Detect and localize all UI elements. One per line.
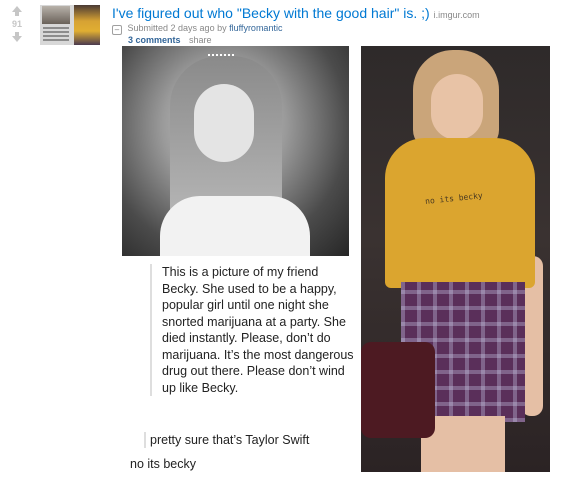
reply-text-2: no its becky xyxy=(130,457,197,471)
tiara-icon xyxy=(208,54,234,64)
vote-column: 91 xyxy=(6,6,28,42)
reply-text-1: pretty sure that’s Taylor Swift xyxy=(144,432,309,448)
post-meta: – Submitted 2 days ago by fluffyromantic xyxy=(112,23,282,35)
share-link[interactable]: share xyxy=(189,35,212,45)
thumbnail-right-image xyxy=(74,5,100,45)
color-photo: no its becky xyxy=(361,46,550,472)
post-actions: 3 comments share xyxy=(128,35,212,45)
collapse-expando-button[interactable]: – xyxy=(112,25,122,35)
bw-portrait-photo xyxy=(122,46,349,256)
tumblr-text-panel: This is a picture of my friend Becky. Sh… xyxy=(122,256,354,472)
expanded-image[interactable]: This is a picture of my friend Becky. Sh… xyxy=(122,46,550,472)
upvote-arrow-icon[interactable] xyxy=(6,6,28,16)
downvote-arrow-icon[interactable] xyxy=(6,32,28,42)
quote-text: This is a picture of my friend Becky. Sh… xyxy=(150,264,357,396)
post-domain[interactable]: i.imgur.com xyxy=(434,10,480,20)
score: 91 xyxy=(11,19,22,29)
post-thumbnail[interactable] xyxy=(40,5,100,45)
post-title-link[interactable]: I've figured out who "Becky with the goo… xyxy=(112,5,430,21)
author-link[interactable]: fluffyromantic xyxy=(229,23,282,33)
submitted-text: Submitted 2 days ago by xyxy=(127,23,227,33)
handbag-icon xyxy=(361,342,435,438)
thumbnail-left-image xyxy=(40,5,74,45)
comments-link[interactable]: 3 comments xyxy=(128,35,181,45)
post-title-row: I've figured out who "Becky with the goo… xyxy=(112,5,480,21)
